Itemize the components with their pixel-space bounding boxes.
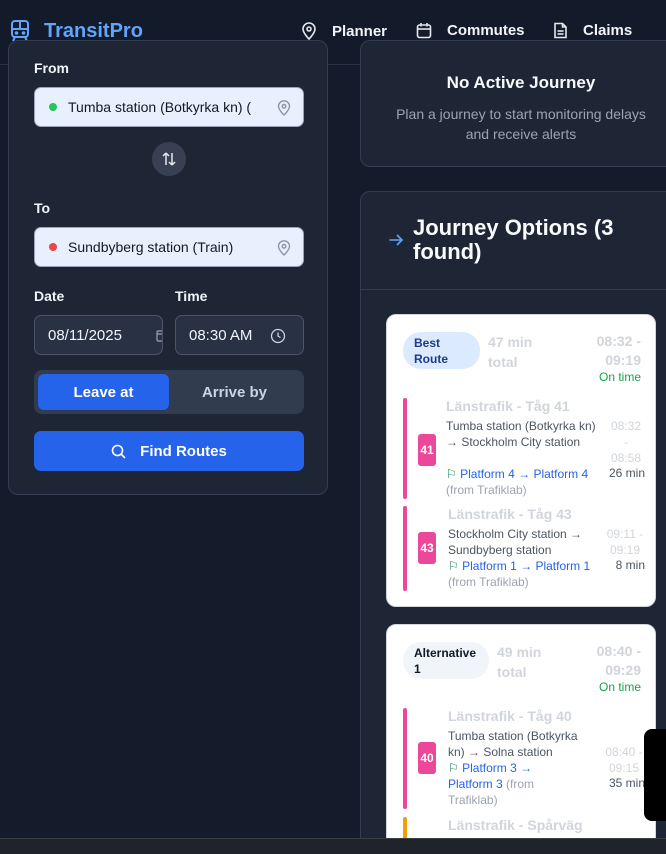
from-input[interactable]: Tumba station (Botkyrka kn) ( [34,87,304,127]
from-value: Tumba station (Botkyrka kn) ( [68,99,252,115]
leg-arrival: 08:58 [610,451,642,465]
date-input[interactable]: 08/11/2025 [34,315,163,355]
time-value: 08:30 AM [189,326,253,344]
journey-planner-form: From Tumba station (Botkyrka kn) ( To Su… [8,40,328,495]
line-badge: 41 [418,434,436,466]
from-label: From [34,60,69,76]
route-time-window: 08:40 - 09:29 [596,643,641,678]
active-journey-title: No Active Journey [446,73,596,92]
date-value: 08/11/2025 [48,326,122,344]
active-journey-card: No Active Journey Plan a journey to star… [360,40,666,167]
swap-locations-button[interactable] [152,142,186,176]
leg-platform: ⚐ Platform 3 → Platform 3 (from Trafikla… [448,760,558,808]
train-emoji-icon: ⚐ [448,559,459,573]
route-leg: 40 Länstrafik - Tåg 40 Tumba station (Bo… [403,708,645,809]
leg-duration: 35 min [608,776,645,790]
leg-times: 09:11 - 09:19 [606,527,644,557]
leg-color-bar [403,708,407,809]
arrive-by-option[interactable]: Arrive by [169,374,300,410]
active-journey-subtitle-text: Plan a journey to start monitoring delay… [396,106,646,142]
document-icon [554,22,567,39]
leg-arrival: 09:19 [609,543,641,557]
leg-platform: ⚐ Platform 4 → Platform 4 (from Trafikla… [446,466,606,498]
leg-name: Länstrafik - Tåg 43 [448,506,572,522]
nav-commutes[interactable]: Commutes [416,22,525,39]
train-emoji-icon: ⚐ [446,467,457,481]
leg-times: 08:32- 08:58 [610,419,642,465]
leg-name: Länstrafik - Tåg 41 [446,398,570,414]
route-leg: 43 Länstrafik - Tåg 43 Stockholm City st… [403,506,645,591]
leg-name: Länstrafik - Spårväg [448,817,583,833]
nav-claims[interactable]: Claims [553,22,632,39]
leg-color-bar [403,506,407,591]
route-leg: 41 Länstrafik - Tåg 41 Tumba station (Bo… [403,398,645,499]
journey-options-title: Journey Options (3 found) [413,215,614,264]
route-badge: Best Route [403,332,480,369]
leg-duration: 8 min [615,558,645,572]
nav-planner[interactable]: Planner [301,22,387,40]
leg-source: (from Trafiklab) [448,575,529,589]
leg-name: Länstrafik - Tåg 40 [448,708,572,724]
leg-arrival: 09:15 [608,761,640,775]
time-label: Time [175,288,208,304]
search-icon [111,444,126,459]
swap-arrows-icon [162,152,176,166]
journey-options-panel: Journey Options (3 found) Best Route 47 … [360,191,666,854]
line-badge: 43 [418,532,436,564]
journey-options-header: Journey Options (3 found) [361,192,666,290]
destination-dot-icon [49,243,57,251]
route-status: On time [598,370,641,384]
bottom-strip [0,838,666,854]
line-badge: 40 [418,742,436,774]
to-label: To [34,200,51,216]
leg-path: Stockholm City station → Sundbyberg stat… [448,527,583,557]
nav-commutes-label: Commutes [447,22,525,39]
leg-color-bar [403,398,407,499]
train-emoji-icon: ⚐ [448,761,459,775]
route-status: On time [598,680,641,694]
arrow-right-icon [389,234,404,246]
leg-platform-text: Platform 4 → Platform 4 [460,467,589,481]
departure-mode-toggle: Leave at Arrive by [34,370,304,414]
origin-dot-icon [49,103,57,111]
nav-planner-label: Planner [332,22,388,40]
to-input[interactable]: Sundbyberg station (Train) [34,227,304,267]
route-total-duration: 47 min total [488,334,533,370]
leg-departure: 08:32 [610,419,642,433]
leg-source: (from Trafiklab) [446,483,527,497]
floating-side-panel[interactable] [644,729,666,821]
location-pin-icon[interactable] [277,100,291,116]
calendar-icon [416,23,432,39]
route-total-duration: 49 min total [497,644,542,680]
active-journey-subtitle: Plan a journey to start monitoring delay… [361,104,666,144]
leg-times: 08:40 - 09:15 [605,745,643,775]
leg-path: Tumba station (Botkyrka kn) → Stockholm … [446,419,596,449]
leg-duration: 26 min [608,466,645,480]
route-card[interactable]: Best Route 47 min total 08:32 - 09:19 On… [386,314,656,607]
leave-at-option[interactable]: Leave at [38,374,169,410]
nav-claims-label: Claims [583,22,633,39]
leg-path: Tumba station (Botkyrka kn) → Solna stat… [448,729,578,759]
calendar-icon[interactable] [156,329,163,342]
leg-platform: ⚐ Platform 1 → Platform 1 (from Trafikla… [448,558,598,590]
clock-icon[interactable] [270,328,286,344]
map-pin-icon [302,22,316,40]
find-routes-label: Find Routes [140,442,227,460]
find-routes-button[interactable]: Find Routes [34,431,304,471]
route-badge: Alternative 1 [403,642,489,679]
to-value: Sundbyberg station (Train) [68,239,234,255]
leg-departure: 09:11 [606,527,636,541]
date-label: Date [34,288,65,304]
leg-platform-text: Platform 1 → Platform 1 [462,559,591,573]
location-pin-icon[interactable] [277,240,291,256]
time-input[interactable]: 08:30 AM [175,315,304,355]
leg-departure: 08:40 [605,745,636,759]
route-card[interactable]: Alternative 1 49 min total 08:40 - 09:29… [386,624,656,854]
route-time-window: 08:32 - 09:19 [596,333,641,368]
